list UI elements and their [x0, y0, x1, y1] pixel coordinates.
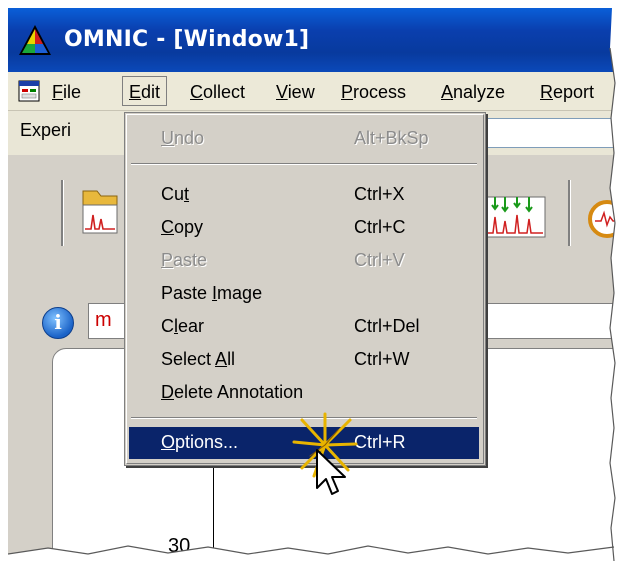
- torn-edge-overlay: [8, 8, 618, 561]
- omnic-window: OMNIC - [Window1] File Edit Collect View…: [8, 8, 618, 561]
